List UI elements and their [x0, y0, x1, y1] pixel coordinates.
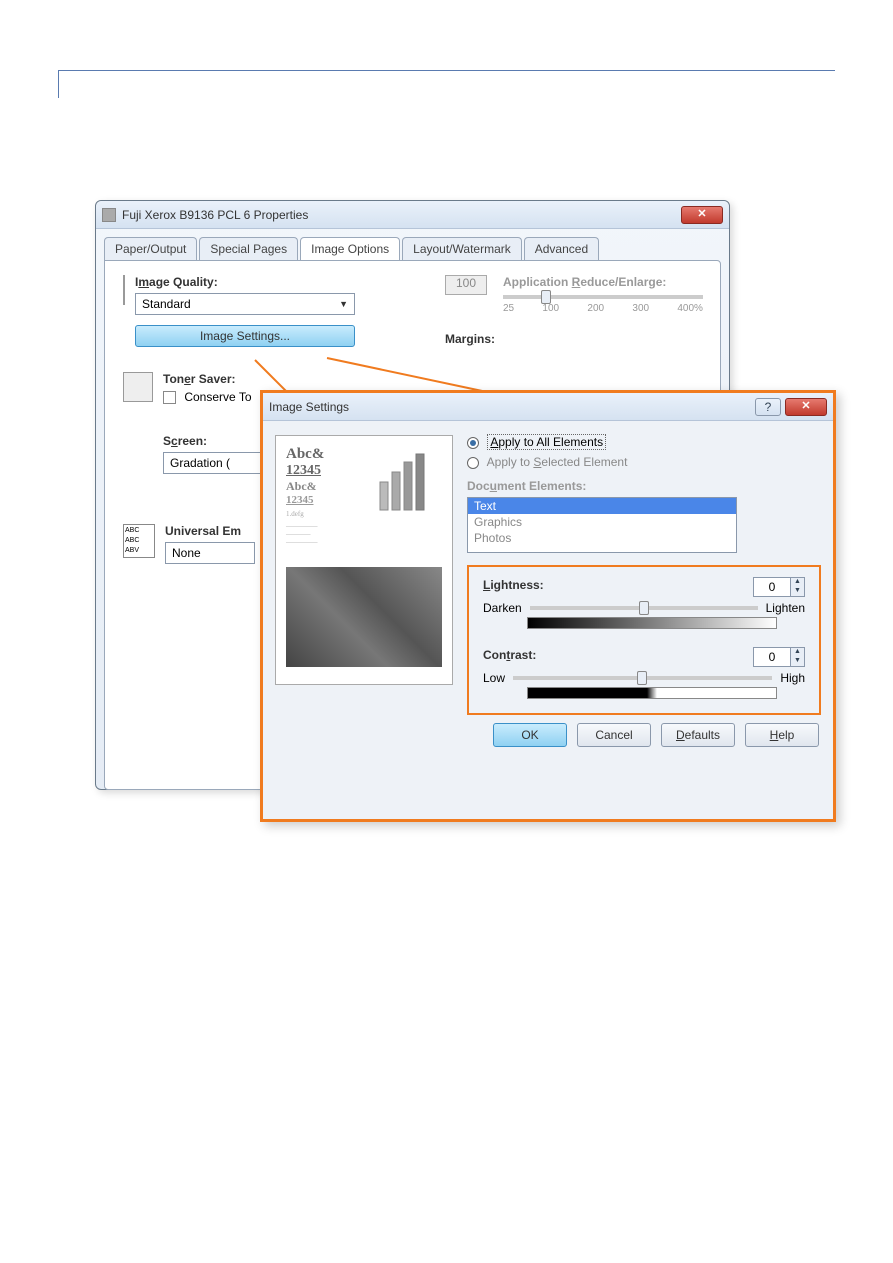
spin-down-icon[interactable]: ▼ [790, 657, 804, 666]
tab-image-options[interactable]: Image Options [300, 237, 400, 260]
image-settings-title: Image Settings [269, 400, 755, 414]
high-label: High [780, 671, 805, 685]
image-settings-dialog: Image Settings ? ✕ Abc& 12345 Abc& 12345… [260, 390, 836, 822]
lightness-slider[interactable] [530, 606, 758, 610]
slider-thumb[interactable] [639, 601, 649, 615]
margins-label: Margins: [445, 332, 703, 346]
image-quality-label: Image Quality: [135, 275, 395, 289]
element-graphics[interactable]: Graphics [468, 514, 736, 530]
universal-em-select[interactable]: None [165, 542, 255, 564]
contrast-gradient [527, 687, 777, 699]
preview-lorem: ––––––––––––––––––––––––– [286, 522, 442, 546]
lightness-spinbox[interactable]: ▲▼ [753, 577, 805, 597]
element-photos[interactable]: Photos [468, 530, 736, 546]
reduce-enlarge-label: Application Reduce/Enlarge: [503, 275, 703, 289]
element-text[interactable]: Text [468, 498, 736, 514]
spin-down-icon[interactable]: ▼ [790, 587, 804, 596]
contrast-label: Contrast: [483, 648, 536, 662]
contrast-slider[interactable] [513, 676, 772, 680]
universal-em-label: Universal Em [165, 524, 255, 538]
lightness-label: Lightness: [483, 578, 544, 592]
page-rule-left [58, 70, 59, 98]
tab-layout-watermark[interactable]: Layout/Watermark [402, 237, 522, 260]
universal-em-value: None [172, 546, 201, 560]
reduce-enlarge-value: 100 [445, 275, 487, 295]
help-button[interactable]: Help [745, 723, 819, 747]
cancel-button[interactable]: Cancel [577, 723, 651, 747]
tick-200: 200 [587, 303, 604, 314]
apply-selected-radio[interactable]: Apply to Selected Element [467, 455, 821, 469]
image-quality-value: Standard [142, 297, 191, 311]
reduce-enlarge-ticks: 25 100 200 300 400% [503, 303, 703, 314]
image-settings-titlebar[interactable]: Image Settings ? ✕ [263, 393, 833, 421]
abc-icon: ABCABCABV [123, 524, 155, 558]
apply-all-label: Apply to All Elements [487, 434, 606, 450]
tab-special-pages[interactable]: Special Pages [199, 237, 298, 260]
tab-strip: Paper/Output Special Pages Image Options… [104, 237, 721, 260]
bars-icon [376, 452, 436, 512]
radio-icon [467, 437, 479, 449]
quality-icon [123, 275, 125, 305]
lightness-value[interactable] [754, 578, 790, 596]
defaults-button[interactable]: Defaults [661, 723, 735, 747]
screen-value: Gradation ( [170, 456, 230, 470]
apply-all-radio[interactable]: Apply to All Elements [467, 435, 821, 449]
image-settings-button[interactable]: Image Settings... [135, 325, 355, 347]
tick-25: 25 [503, 303, 514, 314]
close-button[interactable]: ✕ [681, 206, 723, 224]
lightness-gradient [527, 617, 777, 629]
chevron-down-icon: ▼ [339, 299, 348, 309]
photo-preview [286, 567, 442, 667]
dialog-button-row: OK Cancel Defaults Help [263, 723, 833, 757]
contrast-value[interactable] [754, 648, 790, 666]
radio-icon [467, 457, 479, 469]
properties-titlebar[interactable]: Fuji Xerox B9136 PCL 6 Properties ✕ [96, 201, 729, 229]
contrast-spinbox[interactable]: ▲▼ [753, 647, 805, 667]
tick-300: 300 [632, 303, 649, 314]
properties-title: Fuji Xerox B9136 PCL 6 Properties [122, 208, 681, 222]
image-quality-select[interactable]: Standard ▼ [135, 293, 355, 315]
preview-pane: Abc& 12345 Abc& 12345 1.defg –––––––––––… [275, 435, 453, 685]
toner-icon [123, 372, 153, 402]
low-label: Low [483, 671, 505, 685]
tab-paper-output[interactable]: Paper/Output [104, 237, 197, 260]
spin-up-icon[interactable]: ▲ [790, 648, 804, 657]
ok-button[interactable]: OK [493, 723, 567, 747]
printer-icon [102, 208, 116, 222]
slider-thumb [541, 290, 551, 304]
darken-label: Darken [483, 601, 522, 615]
close-button[interactable]: ✕ [785, 398, 827, 416]
checkbox-icon [163, 391, 176, 404]
tab-advanced[interactable]: Advanced [524, 237, 599, 260]
spin-up-icon[interactable]: ▲ [790, 578, 804, 587]
conserve-toner-label: Conserve To [184, 390, 251, 404]
toner-saver-label: Toner Saver: [163, 372, 252, 386]
help-icon-button[interactable]: ? [755, 398, 781, 416]
reduce-enlarge-slider [503, 295, 703, 299]
lighten-label: Lighten [766, 601, 805, 615]
elements-listbox[interactable]: Text Graphics Photos [467, 497, 737, 553]
page-rule [58, 70, 835, 100]
conserve-toner-checkbox[interactable]: Conserve To [163, 390, 252, 404]
slider-thumb[interactable] [637, 671, 647, 685]
tick-400: 400% [677, 303, 703, 314]
lightness-contrast-group: Lightness: ▲▼ Darken Lighten Cont [467, 565, 821, 715]
document-elements-label: Document Elements: [467, 479, 586, 493]
apply-selected-label: Apply to Selected Element [487, 455, 628, 469]
tick-100: 100 [542, 303, 559, 314]
